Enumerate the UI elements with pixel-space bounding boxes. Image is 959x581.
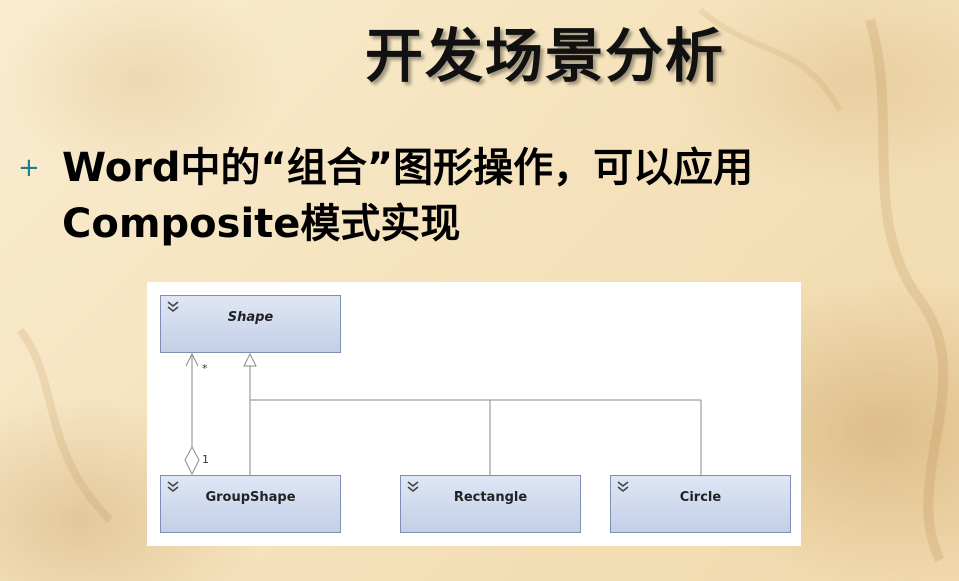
inheritance-arrowhead: [243, 352, 257, 367]
class-box-rectangle[interactable]: Rectangle: [400, 475, 581, 533]
class-name: Rectangle: [453, 490, 528, 505]
class-box-groupshape[interactable]: GroupShape: [160, 475, 341, 533]
class-name: GroupShape: [205, 490, 296, 505]
class-name: Shape: [227, 310, 274, 325]
aggregation-diamond: [184, 445, 200, 476]
bullet-text: Word中的“组合”图形操作，可以应用Composite模式实现: [62, 145, 754, 247]
slide-title: 开发场景分析: [364, 22, 725, 90]
part-multiplicity: *: [202, 362, 208, 375]
class-box-circle[interactable]: Circle: [610, 475, 791, 533]
whole-multiplicity: 1: [202, 453, 209, 466]
class-box-shape[interactable]: Shape: [160, 295, 341, 353]
bullet-marker: +: [18, 153, 40, 183]
class-name: Circle: [679, 490, 722, 505]
uml-class-diagram: * 1 Shape GroupShape Rectangle Circle: [147, 282, 801, 546]
